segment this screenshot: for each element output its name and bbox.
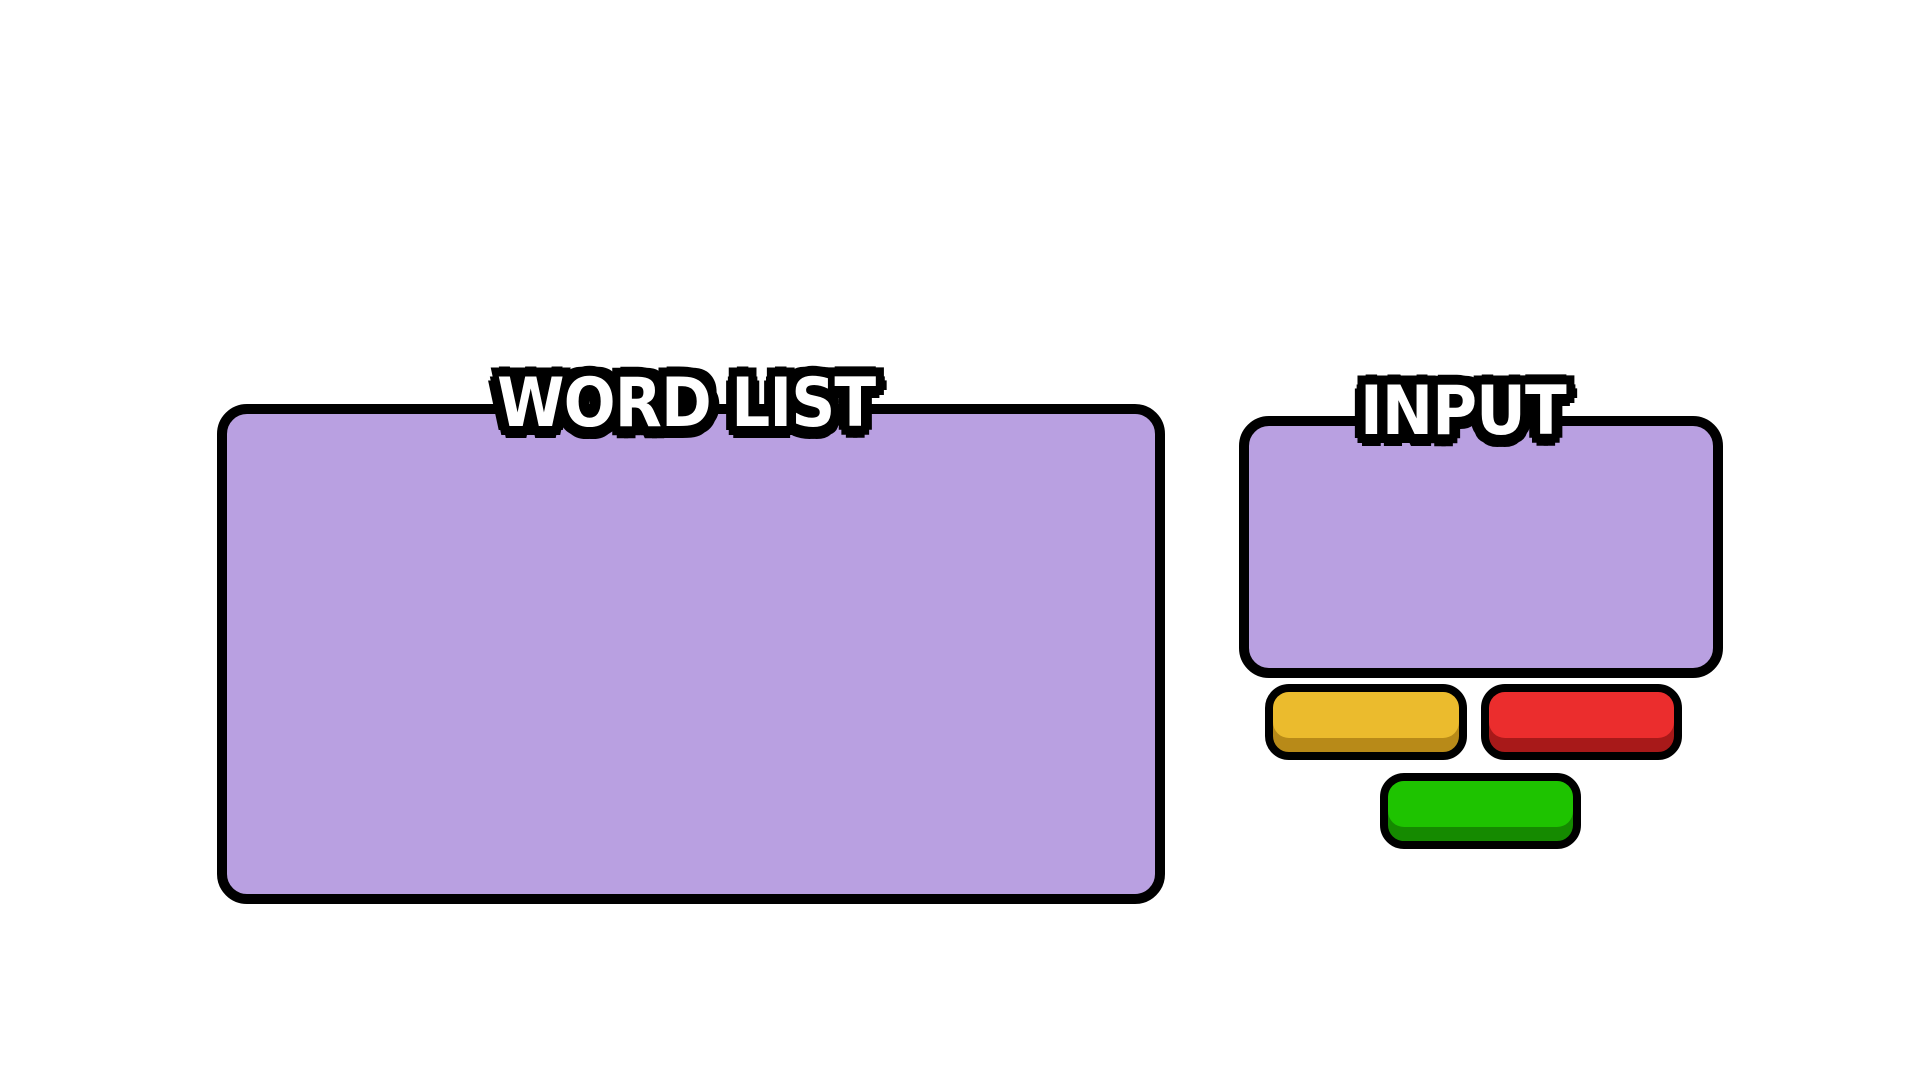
word-list-panel — [217, 404, 1165, 904]
yellow-button-face — [1273, 692, 1459, 738]
input-panel[interactable] — [1239, 416, 1723, 678]
word-list-title: WORD LIST — [496, 364, 878, 443]
input-title: INPUT — [1359, 372, 1568, 451]
green-button-face — [1388, 781, 1573, 827]
red-button-face — [1489, 692, 1674, 738]
game-screen: WORD LIST INPUT — [0, 0, 1920, 1080]
red-button[interactable] — [1481, 684, 1682, 760]
green-button[interactable] — [1380, 773, 1581, 849]
yellow-button[interactable] — [1265, 684, 1467, 760]
